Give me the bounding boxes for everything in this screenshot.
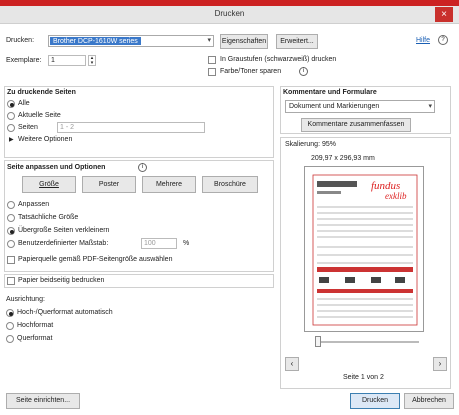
preview-panel: Skalierung: 95% 209,97 x 296,93 mm fundu… xyxy=(280,137,451,389)
comments-panel: Kommentare und Formulare Dokument und Ma… xyxy=(280,86,451,134)
more-options-label[interactable]: Weitere Optionen xyxy=(18,136,72,143)
tab-booklet[interactable]: Broschüre xyxy=(202,176,258,193)
copies-stepper[interactable]: ▴ ▾ xyxy=(88,55,96,66)
radio-landscape[interactable] xyxy=(6,335,14,343)
radio-fit-label: Anpassen xyxy=(18,201,50,208)
summarize-comments-button[interactable]: Kommentare zusammenfassen xyxy=(301,118,411,132)
paper-source-label: Papierquelle gemäß PDF-Seitengröße auswä… xyxy=(18,256,173,263)
pages-range-input[interactable]: 1 - 2 xyxy=(57,122,205,133)
printer-select-value: Brother DCP-1610W series xyxy=(50,37,141,45)
radio-shrink[interactable] xyxy=(7,227,15,235)
chevron-down-icon: ▾ xyxy=(207,37,211,44)
print-button[interactable]: Drucken xyxy=(350,393,400,409)
tab-multiple[interactable]: Mehrere xyxy=(142,176,196,193)
radio-fit[interactable] xyxy=(7,201,15,209)
scale-label: Skalierung: 95% xyxy=(285,141,336,148)
close-button[interactable]: × xyxy=(435,7,453,22)
duplex-label: Papier beidseitig bedrucken xyxy=(18,277,105,284)
page-status: Seite 1 von 2 xyxy=(343,374,384,381)
next-page-button[interactable]: › xyxy=(433,357,447,371)
chevron-down-icon: ▾ xyxy=(428,103,432,110)
save-ink-checkbox[interactable] xyxy=(208,68,216,76)
radio-custom-scale-label: Benutzerdefinierter Maßstab: xyxy=(18,240,109,247)
radio-all-label: Alle xyxy=(18,100,30,107)
sizing-panel: Seite anpassen und Optionen i Größe Post… xyxy=(4,160,274,272)
grayscale-checkbox[interactable] xyxy=(208,56,216,64)
svg-text:exklib: exklib xyxy=(385,191,407,201)
duplex-panel: Papier beidseitig bedrucken xyxy=(4,274,274,288)
printer-select[interactable]: Brother DCP-1610W series ▾ xyxy=(48,35,214,47)
save-ink-label: Farbe/Toner sparen xyxy=(220,68,282,75)
custom-scale-value: 100 xyxy=(144,240,156,247)
custom-scale-input[interactable]: 100 xyxy=(141,238,177,249)
cancel-button[interactable]: Abbrechen xyxy=(404,393,454,409)
pages-heading: Zu druckende Seiten xyxy=(7,89,76,96)
comments-select-value: Dokument und Markierungen xyxy=(289,103,380,110)
duplex-checkbox[interactable] xyxy=(7,277,15,285)
radio-pages-label: Seiten xyxy=(18,124,38,131)
page-setup-button[interactable]: Seite einrichten... xyxy=(6,393,80,409)
radio-portrait[interactable] xyxy=(6,322,14,330)
expand-triangle-icon[interactable]: ▶ xyxy=(9,136,14,143)
radio-pages[interactable] xyxy=(7,124,15,132)
radio-landscape-label: Querformat xyxy=(17,335,53,342)
sizing-heading: Seite anpassen und Optionen xyxy=(7,164,106,171)
printer-label: Drucken: xyxy=(6,37,35,44)
properties-button[interactable]: Eigenschaften xyxy=(220,34,268,49)
percent-label: % xyxy=(183,240,190,247)
info-icon[interactable]: i xyxy=(299,67,308,76)
comments-select[interactable]: Dokument und Markierungen ▾ xyxy=(285,100,435,113)
page-preview-image: fundus exklib xyxy=(312,174,418,326)
advanced-button[interactable]: Erweitert... xyxy=(276,34,318,49)
radio-current-page-label: Aktuelle Seite xyxy=(18,112,61,119)
grayscale-label: In Graustufen (schwarzweiß) drucken xyxy=(220,56,337,63)
pages-range-placeholder: 1 - 2 xyxy=(60,124,75,131)
radio-actual-size[interactable] xyxy=(7,214,15,222)
orientation-heading: Ausrichtung: xyxy=(6,296,45,303)
radio-all[interactable] xyxy=(7,100,15,108)
paper-source-checkbox[interactable] xyxy=(7,256,15,264)
page-preview: fundus exklib xyxy=(304,166,424,332)
radio-portrait-label: Hochformat xyxy=(17,322,54,329)
radio-orientation-auto[interactable] xyxy=(6,309,14,317)
title-bar: Drucken × xyxy=(0,6,459,24)
page-dimensions: 209,97 x 296,93 mm xyxy=(311,155,375,162)
copies-value: 1 xyxy=(51,57,55,64)
radio-orientation-auto-label: Hoch-/Querformat automatisch xyxy=(17,309,113,316)
pages-panel: Zu druckende Seiten Alle Aktuelle Seite … xyxy=(4,86,274,158)
radio-actual-size-label: Tatsächliche Größe xyxy=(18,214,79,221)
radio-custom-scale[interactable] xyxy=(7,240,15,248)
page-slider-thumb[interactable] xyxy=(315,336,321,347)
comments-heading: Kommentare und Formulare xyxy=(283,89,377,96)
help-icon[interactable]: ? xyxy=(438,35,448,45)
radio-shrink-label: Übergroße Seiten verkleinern xyxy=(18,227,110,234)
tab-poster[interactable]: Poster xyxy=(82,176,136,193)
tab-size-label: Größe xyxy=(39,181,59,188)
sizing-info-icon[interactable]: i xyxy=(138,163,147,172)
copies-label: Exemplare: xyxy=(6,57,42,64)
page-slider-track[interactable] xyxy=(315,341,419,343)
radio-current-page[interactable] xyxy=(7,112,15,120)
help-link[interactable]: Hilfe xyxy=(416,37,430,44)
copies-input[interactable]: 1 xyxy=(48,55,86,66)
prev-page-button[interactable]: ‹ xyxy=(285,357,299,371)
window-title: Drucken xyxy=(214,9,245,18)
tab-size[interactable]: Größe xyxy=(22,176,76,193)
